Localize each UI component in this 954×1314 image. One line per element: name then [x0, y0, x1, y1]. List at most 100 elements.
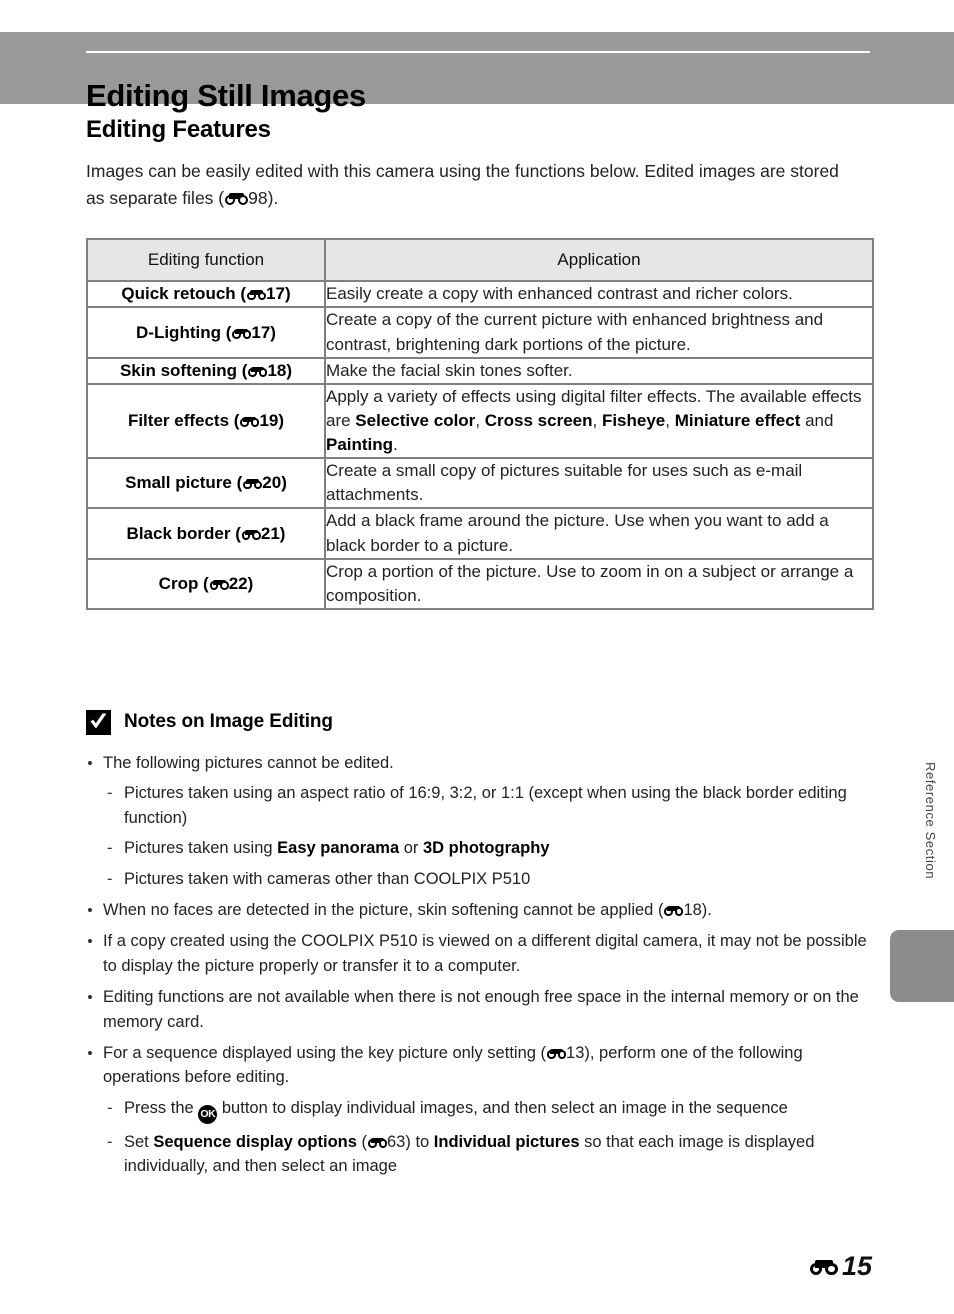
mode-name-3d-photography: 3D photography: [423, 839, 550, 858]
notes-sublist: Pictures taken using an aspect ratio of …: [103, 781, 872, 891]
page-number: 15: [841, 1251, 872, 1281]
option-name-individual-pictures: Individual pictures: [433, 1132, 580, 1151]
separator: or: [399, 839, 423, 858]
function-label-end: ): [278, 410, 285, 430]
column-header-application: Application: [324, 238, 874, 283]
reference-binoculars-icon: [243, 479, 263, 490]
function-ref-number: 22: [228, 573, 248, 593]
table-row: Skin softening (18) Make the facial skin…: [86, 356, 874, 385]
function-label-end: ): [279, 523, 286, 543]
function-name-cell: Crop ( 22): [86, 557, 326, 610]
function-name-cell: Black border ( 21): [86, 507, 326, 560]
reference-binoculars-icon: [241, 529, 261, 540]
reference-binoculars-icon: [368, 1137, 387, 1148]
effect-name-painting: Painting: [326, 435, 394, 454]
table-row: Quick retouch (17) Easily create a copy …: [86, 280, 874, 309]
note-text-end: ).: [701, 900, 712, 919]
table-row: Crop ( 22) Crop a portion of the picture.…: [86, 557, 874, 610]
effect-name-cross-screen: Cross screen: [484, 410, 593, 430]
reference-section-side-label: Reference Section: [923, 762, 938, 880]
effect-name-miniature-effect: Miniature effect: [674, 410, 801, 430]
function-name-cell: Quick retouch (17): [86, 280, 326, 309]
note-text: Editing functions are not available when…: [103, 988, 859, 1031]
reference-binoculars-icon: [547, 1048, 567, 1059]
list-item: Pictures taken with cameras other than C…: [103, 867, 872, 892]
function-ref-number: 18: [267, 360, 287, 380]
page-footer: 15: [809, 1251, 872, 1282]
note-text: For a sequence displayed using the key p…: [103, 1043, 547, 1062]
separator: ) to: [405, 1132, 434, 1151]
list-item: If a copy created using the COOLPIX P510…: [86, 929, 872, 978]
function-name-cell: Small picture ( 20): [86, 457, 326, 510]
function-label: Crop (: [158, 573, 209, 593]
note-text: If a copy created using the COOLPIX P510…: [103, 932, 867, 975]
function-name-cell: Skin softening (18): [86, 356, 326, 385]
note-ref-number: 63: [387, 1132, 406, 1151]
function-name-cell: D-Lighting (17): [86, 306, 326, 359]
application-cell: Make the facial skin tones softer.: [324, 356, 874, 385]
function-ref-number: 19: [259, 410, 279, 430]
function-label-end: ): [270, 322, 276, 342]
reference-binoculars-icon: [809, 1260, 838, 1275]
page-title: Editing Still Images: [86, 77, 366, 113]
separator: and: [800, 410, 834, 430]
application-text-end: .: [393, 435, 398, 454]
function-label: Small picture (: [125, 473, 243, 493]
application-cell: Crop a portion of the picture. Use to zo…: [324, 557, 874, 610]
note-text: The following pictures cannot be edited.: [103, 753, 394, 772]
function-ref-number: 21: [260, 523, 280, 543]
separator: ,: [592, 410, 602, 430]
main-content: Editing Features Images can be easily ed…: [86, 116, 874, 1186]
reference-binoculars-icon: [240, 416, 260, 427]
note-text-end: button to display individual images, and…: [217, 1098, 788, 1117]
table-row: Small picture ( 20) Create a small copy o…: [86, 457, 874, 510]
notes-sublist: Press the OK button to display individua…: [103, 1096, 872, 1179]
effect-name-fisheye: Fisheye: [601, 410, 666, 430]
notes-list: The following pictures cannot be edited.…: [86, 751, 872, 1179]
table-row: Filter effects ( 19) Apply a variety of e…: [86, 382, 874, 460]
function-name-cell: Filter effects ( 19): [86, 382, 326, 460]
function-label-end: ): [281, 473, 287, 493]
function-label: Filter effects (: [127, 410, 240, 430]
intro-paragraph: Images can be easily edited with this ca…: [86, 158, 856, 212]
reference-binoculars-icon: [209, 579, 229, 590]
application-cell: Easily create a copy with enhanced contr…: [324, 280, 874, 309]
function-label-end: ): [247, 573, 254, 593]
separator: (: [356, 1132, 367, 1151]
note-ref-number: 13: [566, 1043, 585, 1062]
list-item: Set Sequence display options (63) to Ind…: [103, 1130, 872, 1179]
mode-name-easy-panorama: Easy panorama: [277, 839, 400, 858]
effect-name-selective-color: Selective color: [355, 410, 476, 430]
chapter-thumb-tab: [890, 930, 954, 1002]
notes-block: Notes on Image Editing The following pic…: [86, 709, 872, 1179]
note-text: When no faces are detected in the pictur…: [103, 900, 664, 919]
header-rule: [86, 51, 870, 53]
ok-button-icon: OK: [198, 1104, 218, 1124]
separator: ,: [665, 410, 675, 430]
function-label-end: ): [286, 360, 293, 380]
caution-check-icon: [86, 709, 111, 735]
function-label-end: ): [284, 284, 291, 304]
function-label: Black border (: [126, 523, 241, 543]
table-row: D-Lighting (17) Create a copy of the cur…: [86, 306, 874, 359]
application-cell: Apply a variety of effects using digital…: [324, 382, 874, 460]
intro-text-a: Images can be easily edited with this ca…: [86, 161, 839, 209]
application-cell: Create a copy of the current picture wit…: [324, 306, 874, 359]
application-cell: Create a small copy of pictures suitable…: [324, 457, 874, 510]
separator: ,: [475, 410, 485, 430]
menu-name-sequence-display-options: Sequence display options: [153, 1132, 357, 1151]
function-label: D-Lighting (: [136, 322, 232, 342]
column-header-editing-function: Editing function: [86, 238, 326, 283]
notes-title: Notes on Image Editing: [124, 711, 333, 733]
list-item: Editing functions are not available when…: [86, 985, 872, 1034]
function-ref-number: 20: [262, 473, 282, 493]
notes-heading: Notes on Image Editing: [86, 709, 872, 735]
list-item: Pictures taken using Easy panorama or 3D…: [103, 836, 872, 861]
reference-binoculars-icon: [232, 328, 252, 339]
editing-functions-table: Editing function Application Quick retou…: [86, 238, 874, 610]
note-text: Pictures taken using an aspect ratio of …: [124, 784, 847, 827]
note-text: Set: [124, 1132, 154, 1151]
application-cell: Add a black frame around the picture. Us…: [324, 507, 874, 560]
reference-binoculars-icon: [247, 290, 267, 301]
note-text: Press the: [124, 1098, 199, 1117]
